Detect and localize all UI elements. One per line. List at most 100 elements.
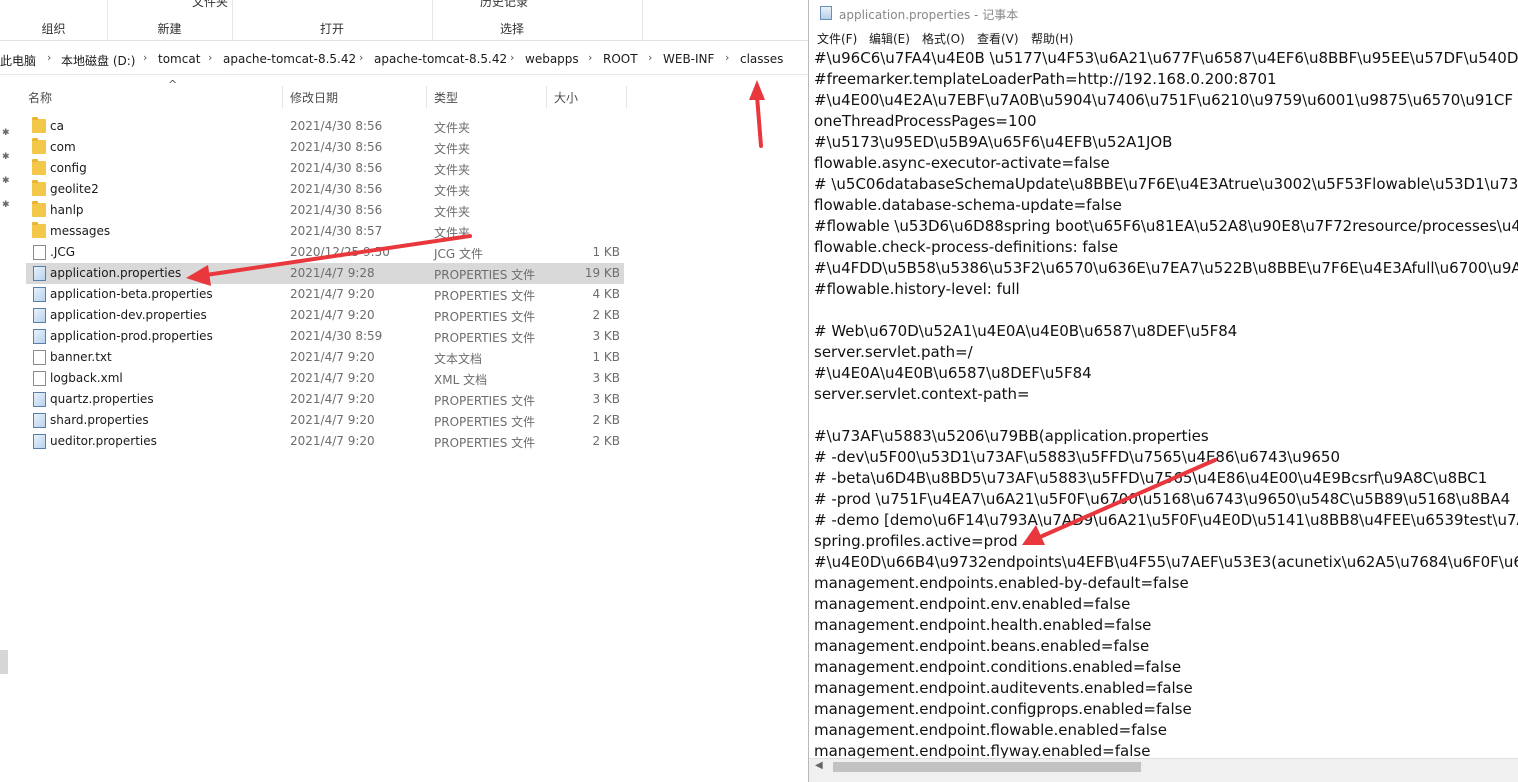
file-size: 3 KB xyxy=(592,392,620,406)
text-line: flowable.async-executor-activate=false xyxy=(814,154,1110,172)
text-line: management.endpoint.flowable.enabled=fal… xyxy=(814,721,1167,739)
text-line: management.endpoint.auditevents.enabled=… xyxy=(814,679,1193,697)
file-row[interactable]: ca 2021/4/30 8:56 文件夹 xyxy=(26,116,624,137)
file-name[interactable]: .JCG xyxy=(50,245,75,259)
file-date: 2021/4/30 8:56 xyxy=(290,203,383,217)
column-header-name[interactable]: 名称 xyxy=(28,89,52,106)
file-row[interactable]: ueditor.properties 2021/4/7 9:20 PROPERTIE… xyxy=(26,431,624,452)
file-type: 文件夹 xyxy=(434,142,471,156)
file-row[interactable]: application-prod.properties 2021/4/30 8:5… xyxy=(26,326,624,347)
breadcrumb-item[interactable]: 本地磁盘 (D:) xyxy=(61,52,135,69)
column-divider[interactable] xyxy=(626,86,627,108)
new-folder-button[interactable]: 文件夹 xyxy=(192,0,228,10)
file-name[interactable]: application-prod.properties xyxy=(50,329,213,343)
breadcrumb-item[interactable]: WEB-INF xyxy=(663,52,714,66)
chevron-right-icon: › xyxy=(208,51,213,64)
file-row[interactable]: application-beta.properties 2021/4/7 9:20… xyxy=(26,284,624,305)
menu-format[interactable]: 格式(O) xyxy=(922,30,965,47)
file-date: 2020/12/25 9:50 xyxy=(290,245,390,259)
file-date: 2021/4/7 9:20 xyxy=(290,434,375,448)
file-name[interactable]: banner.txt xyxy=(50,350,112,364)
breadcrumb-item[interactable]: webapps xyxy=(525,52,579,66)
column-header-size[interactable]: 大小 xyxy=(554,89,578,106)
menu-file[interactable]: 文件(F) xyxy=(817,30,857,47)
file-name[interactable]: messages xyxy=(50,224,110,238)
text-line: flowable.database-schema-update=false xyxy=(814,196,1122,214)
pin-icon[interactable]: ✱ xyxy=(2,128,10,138)
file-name[interactable]: geolite2 xyxy=(50,182,99,196)
breadcrumb-item[interactable]: tomcat xyxy=(158,52,200,66)
file-name[interactable]: application-dev.properties xyxy=(50,308,207,322)
text-line: # -dev\u5F00\u53D1\u73AF\u5883\u5FFD\u75… xyxy=(814,448,1340,466)
ribbon-group-new[interactable]: 文件夹 新建 xyxy=(107,0,233,40)
file-row[interactable]: quartz.properties 2021/4/7 9:20 PROPERTIES… xyxy=(26,389,624,410)
status-bar xyxy=(809,774,1518,782)
file-name[interactable]: logback.xml xyxy=(50,371,123,385)
scrollbar-thumb[interactable] xyxy=(833,762,1141,772)
text-line: #\u4E0D\u66B4\u9732endpoints\u4EFB\u4F55… xyxy=(814,553,1518,571)
menu-edit[interactable]: 编辑(E) xyxy=(869,30,910,47)
file-name[interactable]: shard.properties xyxy=(50,413,149,427)
file-name[interactable]: com xyxy=(50,140,76,154)
column-divider[interactable] xyxy=(282,86,283,108)
column-header-type[interactable]: 类型 xyxy=(434,89,458,106)
file-name[interactable]: quartz.properties xyxy=(50,392,154,406)
file-name[interactable]: application.properties xyxy=(50,266,181,280)
nav-scrollbar[interactable] xyxy=(0,650,8,674)
file-size: 2 KB xyxy=(592,308,620,322)
file-name[interactable]: ca xyxy=(50,119,64,133)
ribbon-group-select[interactable]: 选择 xyxy=(432,0,643,40)
file-name[interactable]: hanlp xyxy=(50,203,84,217)
file-row[interactable]: logback.xml 2021/4/7 9:20 XML 文档 3 KB xyxy=(26,368,624,389)
file-row[interactable]: geolite2 2021/4/30 8:56 文件夹 xyxy=(26,179,624,200)
text-line: management.endpoint.health.enabled=false xyxy=(814,616,1152,634)
text-editor-area[interactable]: #\u96C6\u7FA4\u4E0B \u5177\u4F53\u6A21\u… xyxy=(814,48,1518,758)
column-header-date[interactable]: 修改日期 xyxy=(290,89,338,106)
file-type: 文件夹 xyxy=(434,121,471,135)
ribbon-group-organize[interactable]: 组织 xyxy=(0,0,108,40)
file-date: 2021/4/30 8:57 xyxy=(290,224,383,238)
navigation-pane[interactable]: ✱ ✱ ✱ ✱ xyxy=(0,80,20,782)
file-row[interactable]: banner.txt 2021/4/7 9:20 文本文档 1 KB xyxy=(26,347,624,368)
breadcrumb-item-current[interactable]: classes xyxy=(740,52,783,66)
column-divider[interactable] xyxy=(426,86,427,108)
file-row[interactable]: .JCG 2020/12/25 9:50 JCG 文件 1 KB xyxy=(26,242,624,263)
text-line: #\u4E0A\u4E0B\u6587\u8DEF\u5F84 xyxy=(814,364,1092,382)
file-name[interactable]: application-beta.properties xyxy=(50,287,213,301)
breadcrumb-item[interactable]: 此电脑 xyxy=(0,52,36,69)
file-row[interactable]: com 2021/4/30 8:56 文件夹 xyxy=(26,137,624,158)
file-row[interactable]: application-dev.properties 2021/4/7 9:20 P… xyxy=(26,305,624,326)
breadcrumb-item[interactable]: ROOT xyxy=(603,52,638,66)
horizontal-scrollbar[interactable]: ◀ xyxy=(809,758,1518,775)
pin-icon[interactable]: ✱ xyxy=(2,152,10,162)
file-row[interactable]: application.properties 2021/4/7 9:28 PROPE… xyxy=(26,263,624,284)
file-type: 文件夹 xyxy=(434,184,471,198)
menu-help[interactable]: 帮助(H) xyxy=(1031,30,1073,47)
file-date: 2021/4/7 9:20 xyxy=(290,350,375,364)
breadcrumb-item[interactable]: apache-tomcat-8.5.42 xyxy=(223,52,356,66)
folder-icon xyxy=(32,138,46,154)
file-type: PROPERTIES 文件 xyxy=(434,415,536,429)
file-row[interactable]: messages 2021/4/30 8:57 文件夹 xyxy=(26,221,624,242)
scroll-left-icon[interactable]: ◀ xyxy=(815,760,823,771)
file-row[interactable]: shard.properties 2021/4/7 9:20 PROPERTIES … xyxy=(26,410,624,431)
pin-icon[interactable]: ✱ xyxy=(2,176,10,186)
file-date: 2021/4/7 9:28 xyxy=(290,266,375,280)
notepad-title-bar[interactable]: application.properties - 记事本 xyxy=(809,0,1518,26)
pin-icon[interactable]: ✱ xyxy=(2,200,10,210)
folder-icon xyxy=(32,180,46,196)
file-row[interactable]: config 2021/4/30 8:56 文件夹 xyxy=(26,158,624,179)
column-divider[interactable] xyxy=(546,86,547,108)
breadcrumb-item[interactable]: apache-tomcat-8.5.42 xyxy=(374,52,507,66)
text-line: #\u96C6\u7FA4\u4E0B \u5177\u4F53\u6A21\u… xyxy=(814,49,1518,67)
file-name[interactable]: ueditor.properties xyxy=(50,434,157,448)
file-name[interactable]: config xyxy=(50,161,87,175)
breadcrumb[interactable]: 此电脑 › 本地磁盘 (D:) › tomcat › apache-tomcat… xyxy=(0,44,808,75)
menu-view[interactable]: 查看(V) xyxy=(977,30,1019,47)
text-line: #freemarker.templateLoaderPath=http://19… xyxy=(814,70,1277,88)
file-size: 4 KB xyxy=(592,287,620,301)
file-row[interactable]: hanlp 2021/4/30 8:56 文件夹 xyxy=(26,200,624,221)
text-line: management.endpoints.enabled-by-default=… xyxy=(814,574,1189,592)
ribbon-group-open[interactable]: 历史记录 打开 xyxy=(232,0,528,40)
text-line: management.endpoint.env.enabled=false xyxy=(814,595,1131,613)
